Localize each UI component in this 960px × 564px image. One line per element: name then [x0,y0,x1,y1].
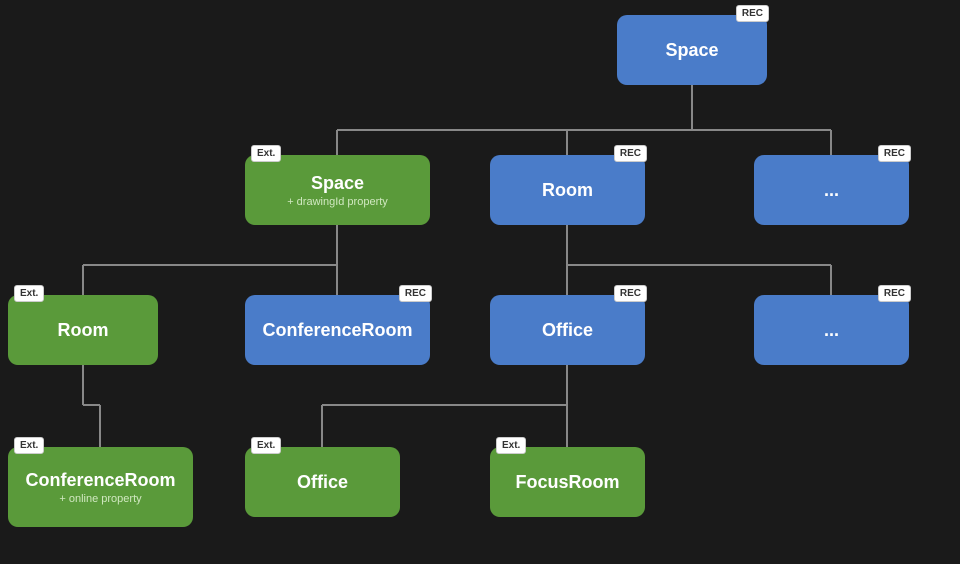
confroom-green-node: Ext. ConferenceRoom + online property [8,447,193,527]
confroom-green-label: ConferenceRoom [25,470,175,491]
rec-badge-dots1: REC [878,145,911,162]
ext-badge-room: Ext. [14,285,44,302]
focusroom-green-node: Ext. FocusRoom [490,447,645,517]
office-blue-label: Office [542,320,593,341]
ext-badge-office: Ext. [251,437,281,454]
dots2-label: ... [824,320,839,341]
room-green-label: Room [58,320,109,341]
confroom-blue-node: REC ConferenceRoom [245,295,430,365]
dots2-blue-node: REC ... [754,295,909,365]
office-green-label: Office [297,472,348,493]
confroom-green-sublabel: + online property [59,493,141,505]
ext-badge-focusroom: Ext. [496,437,526,454]
room-blue-node: REC Room [490,155,645,225]
rec-badge-dots2: REC [878,285,911,302]
rec-badge-confroom: REC [399,285,432,302]
space-green-sublabel: + drawingId property [287,196,388,208]
ext-badge-confroom: Ext. [14,437,44,454]
space-green-label: Space [311,173,364,194]
space-green-node: Ext. Space + drawingId property [245,155,430,225]
rec-badge-office: REC [614,285,647,302]
rec-badge-room: REC [614,145,647,162]
office-green-node: Ext. Office [245,447,400,517]
rec-badge: REC [736,5,769,22]
ext-badge: Ext. [251,145,281,162]
office-blue-node: REC Office [490,295,645,365]
dots1-blue-node: REC ... [754,155,909,225]
dots1-label: ... [824,180,839,201]
space-blue-node: REC Space [617,15,767,85]
room-green-node: Ext. Room [8,295,158,365]
focusroom-green-label: FocusRoom [515,472,619,493]
confroom-blue-label: ConferenceRoom [262,320,412,341]
space-blue-label: Space [665,40,718,61]
room-blue-label: Room [542,180,593,201]
